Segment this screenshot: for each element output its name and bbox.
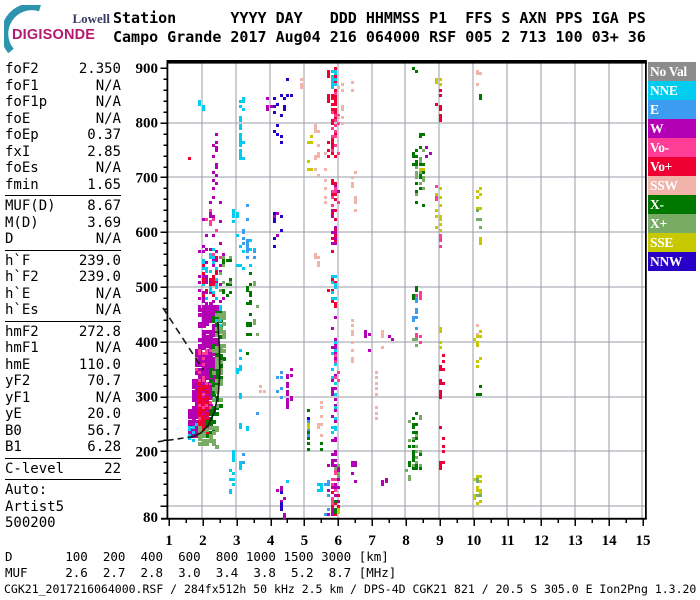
echo-cluster-w: [425, 146, 432, 158]
echo-cluster-sse: [473, 330, 482, 368]
echo-cluster-sse: [476, 187, 482, 245]
echo-cluster-e: [324, 480, 330, 516]
echo-cluster-nne: [331, 70, 337, 89]
echo-cluster-e: [256, 412, 259, 415]
svg-text:14: 14: [602, 533, 618, 549]
echo-cluster-ssw: [381, 330, 384, 349]
ionogram-plot: 900800700600500400300200801 2 3 4 5 6 7 8 9 10 11 1…: [136, 60, 650, 549]
legend-item-noval: No Val: [648, 62, 696, 81]
svg-text:400: 400: [136, 335, 159, 351]
profile-dashed-lower: [155, 435, 194, 443]
svg-text:600: 600: [136, 225, 159, 241]
echo-cluster-ssw: [476, 324, 479, 336]
echo-cluster-nne: [317, 483, 323, 492]
muf-table-row: D 100 200 400 600 800 1000 1500 3000 [km…: [5, 549, 389, 564]
echo-cluster-ssw: [375, 371, 378, 420]
echo-cluster-nne: [236, 349, 242, 470]
echo-cluster-vo-: [439, 234, 442, 248]
svg-text:8: 8: [402, 533, 410, 549]
legend-item-w: W: [648, 119, 696, 138]
echo-cluster-vo+: [439, 426, 445, 470]
echo-cluster-ssw: [476, 70, 482, 86]
echo-cluster-w: [381, 478, 388, 486]
legend-item-sse: SSE: [648, 233, 696, 252]
svg-text:11: 11: [500, 533, 514, 549]
echo-cluster-x-: [479, 94, 482, 100]
echo-cluster-ssw: [351, 319, 354, 363]
echo-cluster-ssw: [351, 81, 354, 92]
echo-cluster-ssw: [314, 124, 320, 177]
legend-item-e: E: [648, 100, 696, 119]
echo-cluster-nnw: [307, 417, 310, 420]
echo-cluster-x+: [405, 469, 411, 481]
echo-cluster-x-: [476, 385, 482, 396]
echo-cluster-sse: [307, 135, 313, 171]
legend-item-nne: NNE: [648, 81, 696, 100]
echo-cluster-vo+: [439, 354, 445, 399]
echo-cluster-sse: [337, 508, 340, 514]
echo-cluster-x-: [246, 272, 252, 355]
svg-text:6: 6: [335, 533, 343, 549]
echo-cluster-ssw: [259, 385, 266, 393]
echo-cluster-nnw: [273, 97, 279, 136]
svg-text:15: 15: [635, 533, 650, 549]
legend-item-vo+: Vo+: [648, 157, 696, 176]
echo-cluster-vo+: [188, 157, 191, 160]
echo-cluster-ssw: [317, 401, 323, 437]
echo-cluster-w: [286, 368, 293, 409]
svg-text:300: 300: [136, 390, 159, 406]
svg-text:3: 3: [233, 533, 241, 549]
svg-text:7: 7: [368, 533, 376, 549]
echo-cluster-w: [273, 212, 279, 237]
svg-text:13: 13: [568, 533, 583, 549]
legend-item-x-: X-: [648, 195, 696, 214]
echo-cluster-x+: [476, 209, 482, 229]
svg-text:900: 900: [136, 61, 159, 77]
profile-dashed-upper: [162, 307, 205, 371]
legend-item-vo-: Vo-: [648, 138, 696, 157]
echo-cluster-nnw: [280, 94, 286, 144]
echo-cluster-x+: [253, 281, 259, 336]
svg-text:4: 4: [267, 533, 275, 549]
legend-item-ssw: SSW: [648, 176, 696, 195]
echo-cluster-x-: [320, 442, 323, 451]
echo-cluster-nnw: [286, 78, 293, 97]
legend-item-x+: X+: [648, 214, 696, 233]
echo-cluster-x-: [412, 67, 418, 73]
echo-cluster-ssw: [314, 253, 320, 267]
echo-cluster-ssw: [300, 78, 303, 89]
svg-text:10: 10: [466, 533, 481, 549]
echo-cluster-w: [388, 335, 394, 341]
svg-text:800: 800: [136, 116, 159, 132]
echo-cluster-nne: [286, 480, 289, 483]
status-line: CGK21_2017216064000.RSF / 284fx512h 50 k…: [4, 582, 697, 596]
svg-text:700: 700: [136, 170, 159, 186]
echo-cluster-w: [351, 461, 357, 483]
muf-table: D 100 200 400 600 800 1000 1500 3000 [km…: [5, 549, 396, 580]
svg-text:200: 200: [136, 444, 159, 460]
echo-cluster-e: [242, 453, 245, 464]
echo-cluster-w: [364, 330, 371, 352]
echo-cluster-nne: [239, 97, 245, 160]
echo-cluster-ssw: [324, 152, 327, 204]
velocity-legend: No Val NNE E W Vo- Vo+ SSW X- X+ SSE NNW: [648, 62, 696, 271]
echo-cluster-nne: [229, 450, 235, 494]
grid: [168, 63, 645, 518]
svg-text:80: 80: [143, 510, 158, 526]
echo-cluster-e: [276, 371, 283, 399]
echo-cluster-w: [212, 133, 218, 199]
svg-text:12: 12: [534, 533, 549, 549]
echo-cluster-sse: [419, 168, 425, 171]
svg-text:1: 1: [165, 533, 173, 549]
muf-table-row: MUF 2.6 2.7 2.8 3.0 3.4 3.8 5.2 8.7 [MHz…: [5, 564, 397, 580]
svg-text:9: 9: [436, 533, 444, 549]
echo-cluster-e: [242, 204, 249, 253]
echo-cluster-nne: [246, 426, 249, 431]
echo-cluster-sse: [307, 423, 310, 429]
legend-item-nnw: NNW: [648, 252, 696, 271]
svg-text:2: 2: [199, 533, 207, 549]
svg-text:500: 500: [136, 280, 159, 296]
svg-text:5: 5: [301, 533, 309, 549]
